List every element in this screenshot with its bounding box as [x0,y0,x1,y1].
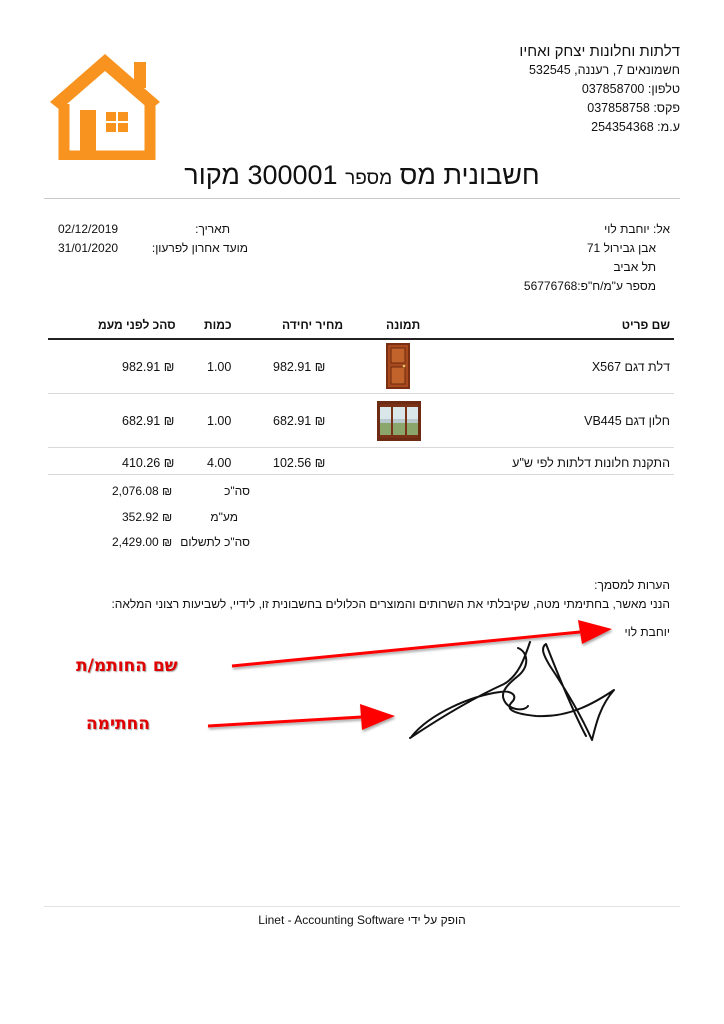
vat-value: 352.92 ₪ [122,510,173,524]
window-image-icon [377,401,421,441]
header-unit-price: מחיר יחידה [282,318,344,332]
due-value: 31/01/2020 [58,241,119,255]
row-divider [48,447,674,448]
company-info: דלתות וחלונות יצחק ואחיו חשמונאים 7, רענ… [360,42,680,137]
row-1-unit-price: 982.91 ₪ [273,360,326,374]
header-image: תמונה [386,318,421,332]
bill-to: אל: יוחבת לוי אבן גבירול 71 תל אביב מספר… [410,220,670,296]
annotation-signer-name: שם החותמ/ת [76,656,178,676]
title-divider [44,198,680,199]
row-1-qty: 1.00 [207,360,232,374]
notes-section: הערות למסמך: הנני מאשר, בחתימתי מטה, שקי… [50,576,670,614]
date-value: 02/12/2019 [58,222,119,236]
row-divider [48,474,674,475]
door-image-icon [386,343,410,389]
company-address: חשמונאים 7, רעננה, 532545 [528,63,680,77]
company-fax: פקס: 037858758 [587,101,680,115]
notes-label: הערות למסמך: [594,578,670,592]
subtotal-value: 2,076.08 ₪ [112,484,173,498]
company-vat: ע.מ: 254354368 [591,120,680,134]
row-1-total: 982.91 ₪ [122,360,175,374]
grand-total-label: סה"כ לתשלום [180,535,250,549]
row-3-qty: 4.00 [207,456,232,470]
row-2-item: חלון דגם VB445 [584,414,670,428]
footer: הופק על ידי Linet - Accounting Software [0,913,724,927]
row-3-unit-price: 102.56 ₪ [273,456,326,470]
company-name: דלתות וחלונות יצחק ואחיו [519,43,680,60]
table-header-divider [48,338,674,340]
header-qty: כמות [204,318,232,332]
grand-total-value: 2,429.00 ₪ [112,535,173,549]
customer-street: אבן גבירול 71 [586,241,656,255]
footer-prefix: הופק על ידי [407,913,466,927]
row-1-item: דלת דגם X567 [591,360,670,374]
header-item: שם פריט [621,318,670,332]
company-phone: טלפון: 037858700 [581,82,680,96]
customer-city: תל אביב [613,260,656,274]
row-divider [48,393,674,394]
row-3-item: התקנת חלונות דלתות לפי ש"ע [512,456,670,470]
customer-tax-id: מספר ע"מ/ח"פ:56776768 [523,279,656,293]
footer-divider [44,906,680,907]
invoice-title: חשבונית מס מספר 300001 מקור [184,160,540,190]
row-2-total: 682.91 ₪ [122,414,175,428]
row-3-total: 410.26 ₪ [122,456,175,470]
annotation-signature: החתימה [86,714,150,734]
header-total: סהכ לפני מעמ [98,318,176,332]
due-label: מועד אחרון לפרעון: [151,241,248,255]
row-2-unit-price: 682.91 ₪ [273,414,326,428]
house-logo-icon [50,54,160,160]
customer-name: אל: יוחבת לוי [604,222,670,236]
subtotal-label: סה"כ [224,484,250,498]
date-label: תאריך: [195,222,230,236]
footer-brand: Linet - Accounting Software [258,913,405,927]
invoice-meta: תאריך: 02/12/2019 מועד אחרון לפרעון: 31/… [58,220,248,258]
row-2-qty: 1.00 [207,414,232,428]
vat-label: מע"מ [210,510,238,524]
